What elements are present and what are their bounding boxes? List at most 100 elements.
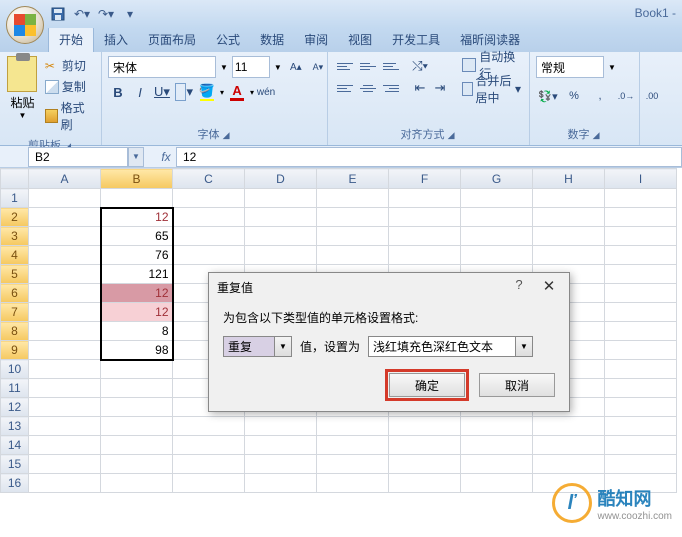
decrease-font-button[interactable]: A▾ [308, 57, 328, 77]
cell-B14[interactable] [101, 436, 173, 455]
cell-A16[interactable] [29, 474, 101, 493]
row-header-16[interactable]: 16 [1, 474, 29, 493]
number-expand-icon[interactable]: ◢ [593, 130, 602, 140]
row-header-10[interactable]: 10 [1, 360, 29, 379]
cell-B9[interactable]: 98 [101, 341, 173, 360]
font-size-select[interactable] [232, 56, 270, 78]
comma-button[interactable]: , [588, 86, 612, 106]
phonetic-button[interactable]: wén [256, 82, 276, 102]
row-header-8[interactable]: 8 [1, 322, 29, 341]
cell-G15[interactable] [461, 455, 533, 474]
cell-D1[interactable] [245, 189, 317, 208]
align-top-button[interactable] [334, 56, 356, 76]
increase-indent-button[interactable]: ⇥ [430, 78, 450, 98]
cell-E4[interactable] [317, 246, 389, 265]
cell-H4[interactable] [533, 246, 605, 265]
cell-D15[interactable] [245, 455, 317, 474]
align-right-button[interactable] [380, 78, 402, 98]
bold-button[interactable]: B [108, 82, 128, 102]
row-header-14[interactable]: 14 [1, 436, 29, 455]
tab-0[interactable]: 开始 [48, 26, 94, 52]
decrease-indent-button[interactable]: ⇤ [410, 78, 430, 98]
cell-E15[interactable] [317, 455, 389, 474]
cell-G2[interactable] [461, 208, 533, 227]
row-header-1[interactable]: 1 [1, 189, 29, 208]
cell-A13[interactable] [29, 417, 101, 436]
cell-G14[interactable] [461, 436, 533, 455]
row-header-9[interactable]: 9 [1, 341, 29, 360]
cell-F16[interactable] [389, 474, 461, 493]
cell-G13[interactable] [461, 417, 533, 436]
cell-A10[interactable] [29, 360, 101, 379]
row-header-12[interactable]: 12 [1, 398, 29, 417]
redo-button[interactable]: ↷▾ [96, 4, 116, 24]
cell-F3[interactable] [389, 227, 461, 246]
select-all-corner[interactable] [1, 169, 29, 189]
cell-D3[interactable] [245, 227, 317, 246]
cell-A8[interactable] [29, 322, 101, 341]
col-header-E[interactable]: E [317, 169, 389, 189]
cell-D16[interactable] [245, 474, 317, 493]
cell-C13[interactable] [173, 417, 245, 436]
cell-I14[interactable] [605, 436, 677, 455]
col-header-D[interactable]: D [245, 169, 317, 189]
cell-I5[interactable] [605, 265, 677, 284]
row-header-13[interactable]: 13 [1, 417, 29, 436]
percent-button[interactable]: % [562, 86, 586, 106]
border-button[interactable]: ▾ [174, 82, 194, 102]
accounting-format-button[interactable]: 💱▾ [536, 86, 560, 106]
name-box-dropdown[interactable]: ▼ [128, 147, 144, 167]
cell-H14[interactable] [533, 436, 605, 455]
cell-C15[interactable] [173, 455, 245, 474]
cell-E1[interactable] [317, 189, 389, 208]
align-middle-button[interactable] [357, 56, 379, 76]
name-box[interactable]: B2 [28, 147, 128, 167]
cell-H15[interactable] [533, 455, 605, 474]
cell-D2[interactable] [245, 208, 317, 227]
cell-H1[interactable] [533, 189, 605, 208]
row-header-3[interactable]: 3 [1, 227, 29, 246]
tab-4[interactable]: 数据 [250, 27, 294, 52]
cell-G16[interactable] [461, 474, 533, 493]
format-select[interactable] [368, 336, 516, 357]
tab-1[interactable]: 插入 [94, 27, 138, 52]
row-header-5[interactable]: 5 [1, 265, 29, 284]
cell-B3[interactable]: 65 [101, 227, 173, 246]
cell-F15[interactable] [389, 455, 461, 474]
undo-button[interactable]: ↶▾ [72, 4, 92, 24]
cell-H13[interactable] [533, 417, 605, 436]
cell-I4[interactable] [605, 246, 677, 265]
col-header-G[interactable]: G [461, 169, 533, 189]
cell-I2[interactable] [605, 208, 677, 227]
cell-I8[interactable] [605, 322, 677, 341]
merge-center-button[interactable]: 合并后居中▾ [458, 78, 525, 100]
cell-B11[interactable] [101, 379, 173, 398]
cell-I12[interactable] [605, 398, 677, 417]
format-painter-button[interactable]: 格式刷 [43, 98, 95, 134]
font-color-button[interactable]: A [226, 82, 248, 102]
cell-D13[interactable] [245, 417, 317, 436]
row-header-4[interactable]: 4 [1, 246, 29, 265]
cell-C4[interactable] [173, 246, 245, 265]
decrease-decimal-button[interactable]: .00 [640, 86, 664, 106]
cell-A2[interactable] [29, 208, 101, 227]
cell-C14[interactable] [173, 436, 245, 455]
cell-I15[interactable] [605, 455, 677, 474]
cell-I10[interactable] [605, 360, 677, 379]
cell-I1[interactable] [605, 189, 677, 208]
cell-E16[interactable] [317, 474, 389, 493]
cell-F14[interactable] [389, 436, 461, 455]
cell-D4[interactable] [245, 246, 317, 265]
align-bottom-button[interactable] [380, 56, 402, 76]
chevron-down-icon[interactable]: ▼ [516, 336, 533, 357]
cell-C16[interactable] [173, 474, 245, 493]
increase-font-button[interactable]: A▴ [286, 57, 306, 77]
tab-5[interactable]: 审阅 [294, 27, 338, 52]
col-header-A[interactable]: A [29, 169, 101, 189]
cell-A7[interactable] [29, 303, 101, 322]
col-header-B[interactable]: B [101, 169, 173, 189]
dialog-help-button[interactable]: ? [507, 277, 531, 297]
paste-button[interactable]: 粘贴 ▼ [4, 54, 41, 122]
align-center-button[interactable] [357, 78, 379, 98]
copy-button[interactable]: 复制 [43, 77, 95, 96]
